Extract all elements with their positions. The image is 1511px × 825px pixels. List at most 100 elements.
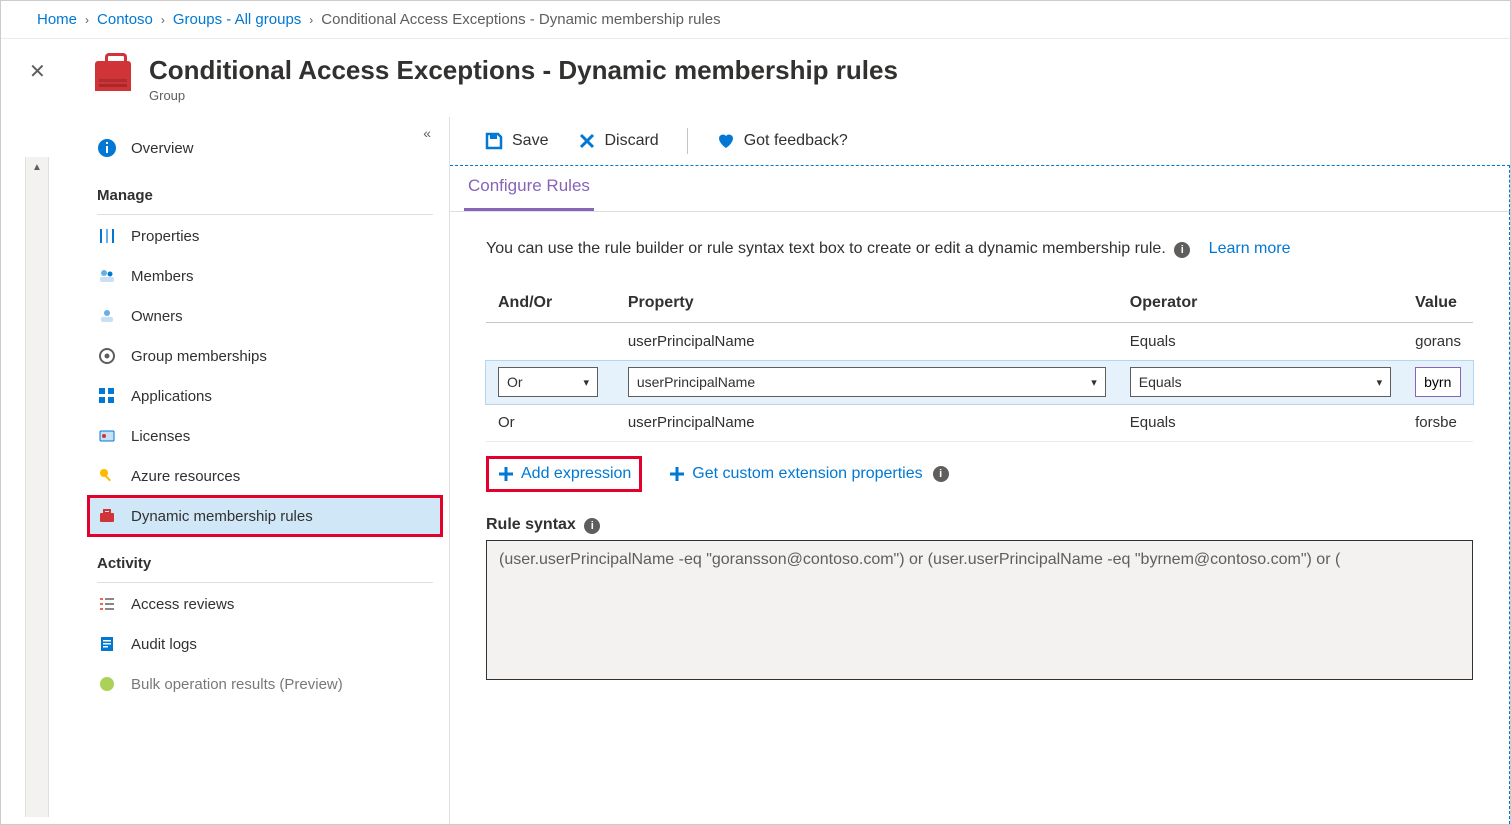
sidebar-item-properties[interactable]: Properties (89, 217, 441, 255)
apps-icon (97, 386, 117, 406)
save-label: Save (512, 132, 548, 150)
sidebar-item-access-reviews[interactable]: Access reviews (89, 585, 441, 623)
info-icon[interactable]: i (584, 518, 600, 534)
cell-property: userPrincipalName (616, 404, 1118, 442)
divider (97, 582, 433, 583)
sidebar-item-azure-resources[interactable]: Azure resources (89, 457, 441, 495)
sidebar-section-manage: Manage (89, 169, 449, 210)
tab-strip: Configure Rules (450, 165, 1510, 212)
sidebar-item-label: Dynamic membership rules (131, 508, 313, 525)
value-input[interactable] (1415, 367, 1461, 397)
cell-operator: Equals (1118, 323, 1403, 361)
sliders-icon (97, 226, 117, 246)
sidebar-item-group-memberships[interactable]: Group memberships (89, 337, 441, 375)
sidebar-item-label: Properties (131, 228, 199, 245)
sidebar-section-activity: Activity (89, 537, 449, 578)
property-select[interactable]: userPrincipalName▾ (628, 367, 1106, 397)
sidebar-item-label: Bulk operation results (Preview) (131, 676, 343, 693)
rule-row: userPrincipalName Equals gorans (486, 323, 1473, 361)
rule-syntax-label: Rule syntax i (486, 516, 1473, 534)
sidebar-item-label: Group memberships (131, 348, 267, 365)
rule-row-active: Or▾ userPrincipalName▾ Equals▾ (486, 361, 1473, 404)
sidebar-item-dynamic-rules[interactable]: Dynamic membership rules (89, 497, 441, 535)
discard-button[interactable]: Discard (568, 128, 668, 154)
members-icon (97, 266, 117, 286)
chevron-down-icon: ▾ (1091, 376, 1097, 389)
page-subtitle: Group (149, 88, 898, 103)
page-title: Conditional Access Exceptions - Dynamic … (149, 55, 898, 86)
breadcrumb-contoso[interactable]: Contoso (97, 11, 153, 28)
intro-text: You can use the rule builder or rule syn… (486, 240, 1473, 258)
chevron-right-icon: › (161, 13, 165, 27)
chevron-right-icon: › (85, 13, 89, 27)
save-button[interactable]: Save (474, 127, 558, 155)
cell-operator: Equals (1118, 404, 1403, 442)
sidebar: « Overview Manage Properties Members (61, 117, 449, 824)
rule-row: Or userPrincipalName Equals forsbe (486, 404, 1473, 442)
sidebar-item-label: Members (131, 268, 194, 285)
info-icon (97, 138, 117, 158)
rules-table: And/Or Property Operator Value userPrinc… (486, 284, 1473, 442)
sidebar-item-members[interactable]: Members (89, 257, 441, 295)
sidebar-item-label: Owners (131, 308, 183, 325)
get-custom-properties-button[interactable]: Get custom extension properties i (660, 459, 960, 489)
learn-more-link[interactable]: Learn more (1209, 240, 1291, 257)
close-icon[interactable]: ✕ (29, 59, 46, 84)
cell-andor (486, 323, 616, 361)
toolbar-separator (687, 128, 688, 154)
chevron-down-icon: ▾ (1377, 376, 1383, 389)
feedback-button[interactable]: Got feedback? (706, 127, 858, 155)
scroll-up-icon[interactable]: ▲ (26, 157, 48, 177)
bulk-icon (97, 674, 117, 694)
sidebar-item-label: Access reviews (131, 596, 234, 613)
discard-label: Discard (604, 132, 658, 150)
rule-syntax-textbox[interactable] (486, 540, 1473, 680)
info-icon[interactable]: i (1174, 242, 1190, 258)
sidebar-item-label: Audit logs (131, 636, 197, 653)
action-links: Add expression Get custom extension prop… (486, 456, 1473, 492)
col-operator: Operator (1118, 284, 1403, 323)
owners-icon (97, 306, 117, 326)
sidebar-item-label: Overview (131, 140, 194, 157)
plus-icon (497, 465, 515, 483)
cell-value: forsbe (1403, 404, 1473, 442)
col-value: Value (1403, 284, 1473, 323)
sidebar-item-owners[interactable]: Owners (89, 297, 441, 335)
gear-icon (97, 346, 117, 366)
operator-select[interactable]: Equals▾ (1130, 367, 1391, 397)
key-icon (97, 466, 117, 486)
briefcase-small-icon (97, 506, 117, 526)
chevron-right-icon: › (309, 13, 313, 27)
collapse-sidebar-icon[interactable]: « (423, 125, 431, 141)
tab-configure-rules[interactable]: Configure Rules (464, 166, 594, 211)
sidebar-item-audit-logs[interactable]: Audit logs (89, 625, 441, 663)
sidebar-item-applications[interactable]: Applications (89, 377, 441, 415)
chevron-down-icon: ▾ (583, 376, 589, 389)
breadcrumb-home[interactable]: Home (37, 11, 77, 28)
cell-andor: Or (486, 404, 616, 442)
breadcrumb-groups[interactable]: Groups - All groups (173, 11, 301, 28)
checklist-icon (97, 594, 117, 614)
briefcase-icon (95, 61, 131, 91)
toolbar: Save Discard Got feedback? (450, 117, 1510, 165)
sidebar-item-overview[interactable]: Overview (89, 129, 441, 167)
log-icon (97, 634, 117, 654)
feedback-label: Got feedback? (744, 132, 848, 150)
license-icon (97, 426, 117, 446)
add-expression-button[interactable]: Add expression (486, 456, 642, 492)
plus-icon (668, 465, 686, 483)
breadcrumb-current: Conditional Access Exceptions - Dynamic … (321, 11, 720, 28)
col-property: Property (616, 284, 1118, 323)
rules-panel: You can use the rule builder or rule syn… (450, 212, 1510, 824)
sidebar-item-label: Azure resources (131, 468, 240, 485)
sidebar-item-licenses[interactable]: Licenses (89, 417, 441, 455)
page-header: ✕ Conditional Access Exceptions - Dynami… (1, 39, 1510, 119)
cell-property: userPrincipalName (616, 323, 1118, 361)
outer-scrollbar[interactable]: ▲ (25, 157, 49, 817)
divider (97, 214, 433, 215)
info-icon[interactable]: i (933, 466, 949, 482)
andor-select[interactable]: Or▾ (498, 367, 598, 397)
sidebar-item-bulk-results[interactable]: Bulk operation results (Preview) (89, 665, 441, 703)
col-andor: And/Or (486, 284, 616, 323)
cell-value: gorans (1403, 323, 1473, 361)
